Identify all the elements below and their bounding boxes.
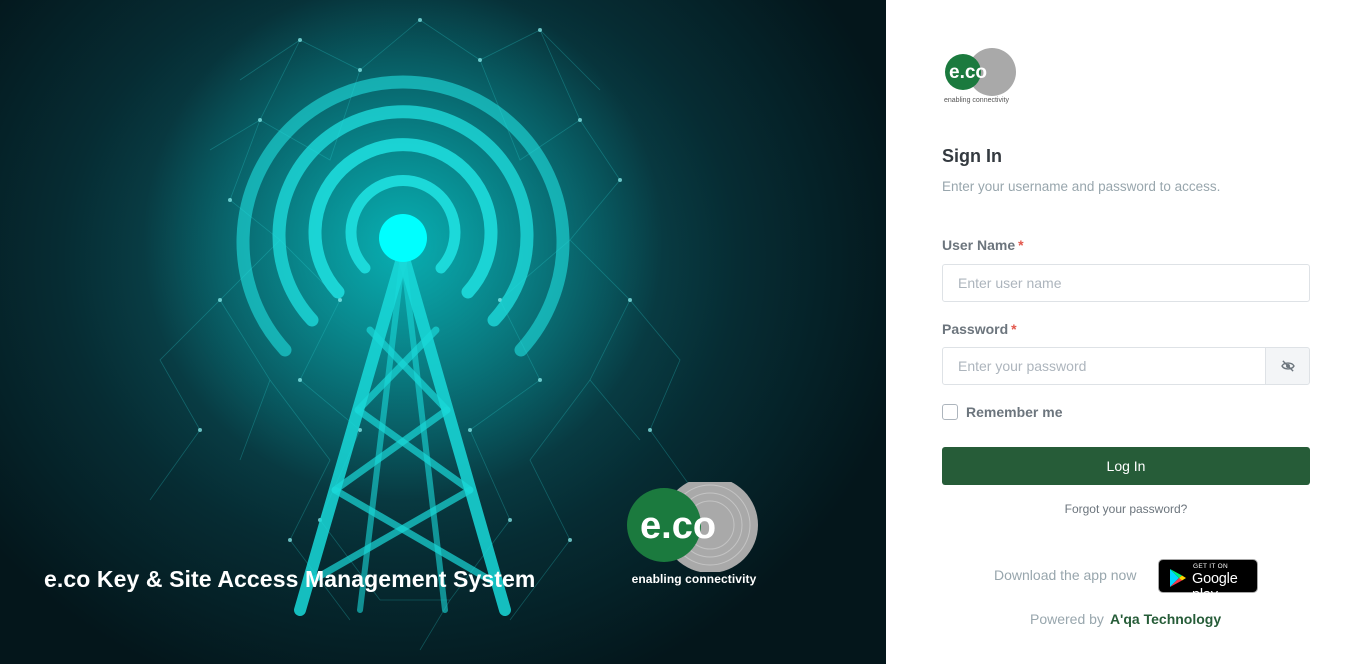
store-small-text: GET IT ON: [1193, 563, 1228, 570]
google-play-icon: [1170, 569, 1186, 587]
remember-me[interactable]: Remember me: [942, 404, 1063, 420]
brand-logo-mark: e.co: [945, 48, 1016, 96]
svg-text:e.co: e.co: [949, 62, 987, 83]
system-title: e.co Key & Site Access Management System: [44, 566, 536, 592]
hero-panel: e.co Key & Site Access Management System…: [0, 0, 886, 664]
brand-tagline: enabling connectivity: [944, 97, 1009, 104]
eye-slash-icon: [1280, 360, 1295, 372]
company-link[interactable]: A'qa Technology: [1110, 611, 1221, 627]
google-play-badge[interactable]: GET IT ON Google play: [1158, 559, 1258, 603]
remember-label: Remember me: [966, 404, 1063, 420]
forgot-password-link[interactable]: Forgot your password?: [942, 502, 1310, 516]
hero-logo-tagline: enabling connectivity: [631, 572, 757, 586]
username-input[interactable]: [942, 264, 1310, 302]
store-big-text: Google play: [1192, 571, 1238, 603]
login-button[interactable]: Log In: [942, 447, 1310, 485]
remember-checkbox[interactable]: [942, 404, 958, 420]
username-label-text: User Name: [942, 237, 1016, 253]
page-title: Sign In: [942, 146, 1002, 166]
powered-by: Powered by A'qa Technology: [1030, 611, 1221, 627]
password-input[interactable]: [942, 347, 1266, 385]
toggle-password-button[interactable]: [1265, 347, 1310, 385]
brand-logo: e.co enabling connectivity: [942, 46, 1022, 108]
username-label: User Name *: [942, 237, 1024, 253]
required-mark: *: [1018, 237, 1024, 253]
eco-logo-mark: e.co: [627, 482, 758, 572]
powered-by-text: Powered by: [1030, 611, 1104, 627]
svg-text:e.co: e.co: [640, 505, 716, 547]
signin-panel: e.co enabling connectivity Sign In Enter…: [886, 0, 1366, 664]
password-label-text: Password: [942, 321, 1009, 337]
required-mark: *: [1011, 321, 1017, 337]
password-label: Password *: [942, 321, 1017, 337]
download-text: Download the app now: [994, 567, 1137, 583]
eco-logo: e.co enabling connectivity: [626, 482, 762, 588]
page-subtitle: Enter your username and password to acce…: [942, 179, 1221, 194]
